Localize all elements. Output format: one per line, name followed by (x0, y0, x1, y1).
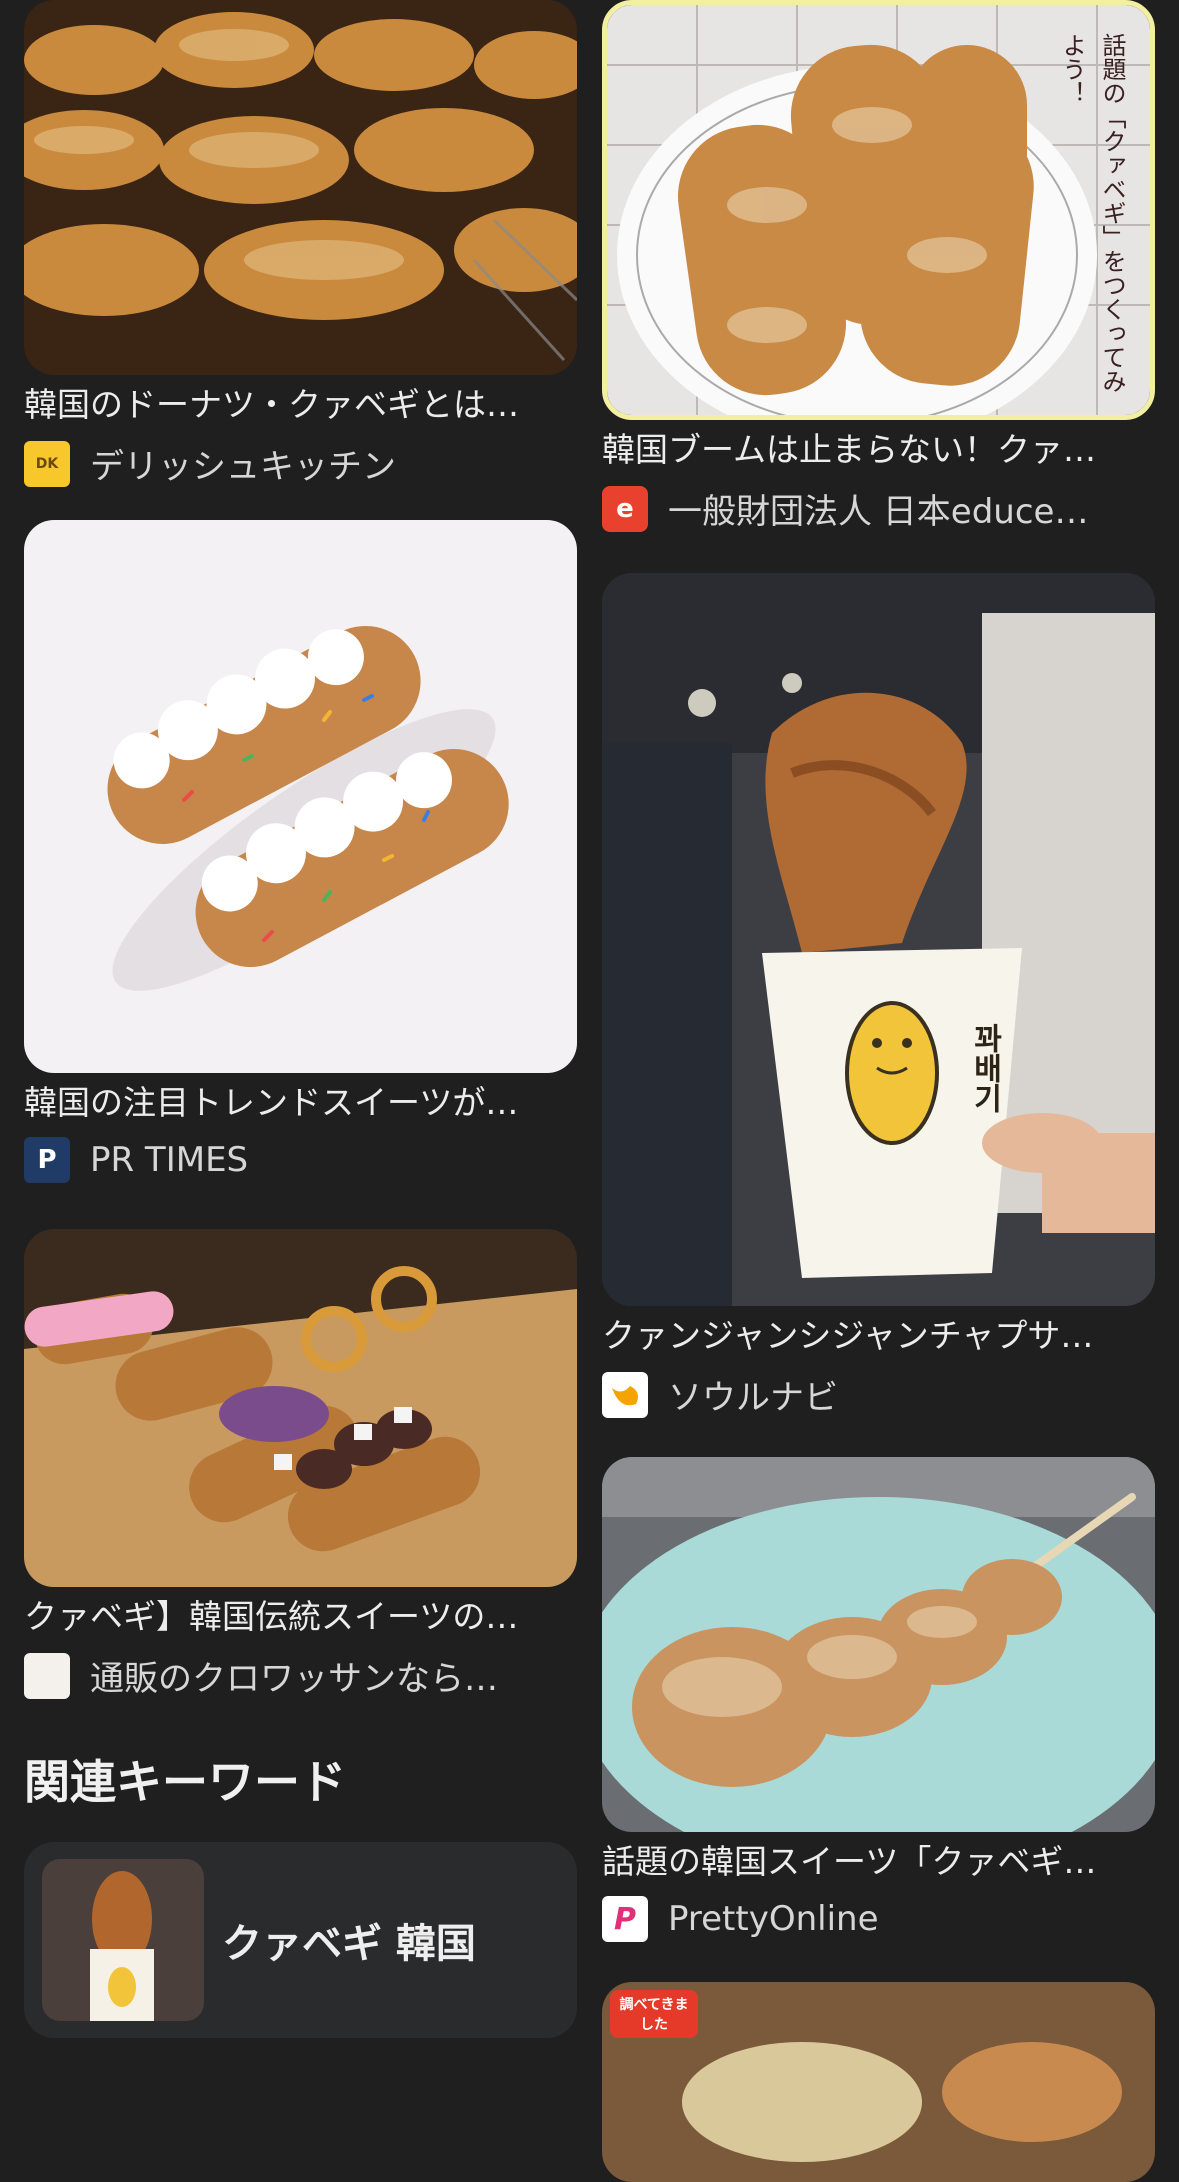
source-name: 通販のクロワッサンなら… (90, 1659, 498, 1699)
shop-logo-icon (24, 1652, 70, 1699)
result-image[interactable]: 話題の「クァベギ」をつくってみよう！ (602, 0, 1155, 420)
results-column-left: 韓国のドーナツ・クァベギとは… DK デリッシュキッチン 韓国の注目トレンドスイ… (24, 0, 577, 2038)
result-image[interactable] (24, 520, 577, 1073)
result-title[interactable]: クァベギ】韓国伝統スイーツの… (24, 1597, 577, 1637)
result-source[interactable]: P PrettyOnline (602, 1896, 1155, 1942)
source-name: ソウルナビ (668, 1378, 838, 1418)
result-card[interactable]: 話題の「クァベギ」をつくってみよう！ 韓国ブームは止まらない！クァ… e 一般財… (602, 0, 1155, 533)
result-title[interactable]: 韓国の注目トレンドスイーツが… (24, 1083, 577, 1123)
source-name: デリッシュキッチン (90, 447, 396, 487)
prettyonline-icon: P (602, 1896, 648, 1942)
result-source[interactable]: DK デリッシュキッチン (24, 439, 577, 488)
result-source[interactable]: P PR TIMES (24, 1137, 577, 1183)
educe-icon: e (602, 485, 648, 532)
seoulnavi-icon (602, 1371, 648, 1418)
result-source[interactable]: 通販のクロワッサンなら… (24, 1651, 577, 1700)
source-name: PrettyOnline (668, 1899, 879, 1939)
results-column-right: 話題の「クァベギ」をつくってみよう！ 韓国ブームは止まらない！クァ… e 一般財… (602, 0, 1155, 2182)
source-name: PR TIMES (90, 1140, 249, 1180)
image-caption: 話題の「クァベギ」をつくってみよう！ (1058, 33, 1126, 393)
result-image[interactable] (24, 1229, 577, 1587)
related-keyword-chip[interactable]: クァベギ 韓国 (24, 1842, 577, 2038)
result-title[interactable]: 話題の韓国スイーツ「クァベギ… (602, 1842, 1155, 1882)
result-title[interactable]: クァンジャンシジャンチャプサ… (602, 1316, 1155, 1356)
result-source[interactable]: e 一般財団法人 日本educe… (602, 484, 1155, 533)
keyword-label: クァベギ 韓国 (222, 1921, 476, 1967)
result-card[interactable]: 韓国の注目トレンドスイーツが… P PR TIMES (24, 520, 577, 1183)
cup-label-text: 꽈배기 (967, 1023, 1002, 1113)
source-name: 一般財団法人 日本educe… (668, 492, 1089, 532)
result-card[interactable]: クァベギ】韓国伝統スイーツの… 通販のクロワッサンなら… (24, 1229, 577, 1700)
result-title[interactable]: 韓国ブームは止まらない！クァ… (602, 430, 1155, 470)
keyword-thumbnail (42, 1859, 204, 2021)
result-image[interactable]: 調べてきました (602, 1982, 1155, 2182)
result-card[interactable]: 韓国のドーナツ・クァベギとは… DK デリッシュキッチン (24, 0, 577, 488)
result-card[interactable]: 調べてきました (602, 1982, 1155, 2182)
result-image[interactable]: 꽈배기 (602, 573, 1155, 1306)
result-image[interactable] (602, 1457, 1155, 1832)
result-card[interactable]: 꽈배기 クァンジャンシジャンチャプサ… ソウルナビ (602, 573, 1155, 1419)
related-keywords-heading: 関連キーワード (24, 1755, 346, 1809)
pr-times-icon: P (24, 1137, 70, 1183)
result-title[interactable]: 韓国のドーナツ・クァベギとは… (24, 385, 577, 425)
result-card[interactable]: 話題の韓国スイーツ「クァベギ… P PrettyOnline (602, 1457, 1155, 1942)
badge-label: 調べてきました (610, 1990, 698, 2038)
result-image[interactable] (24, 0, 577, 375)
result-source[interactable]: ソウルナビ (602, 1370, 1155, 1419)
favicon-icon: DK (24, 440, 70, 487)
